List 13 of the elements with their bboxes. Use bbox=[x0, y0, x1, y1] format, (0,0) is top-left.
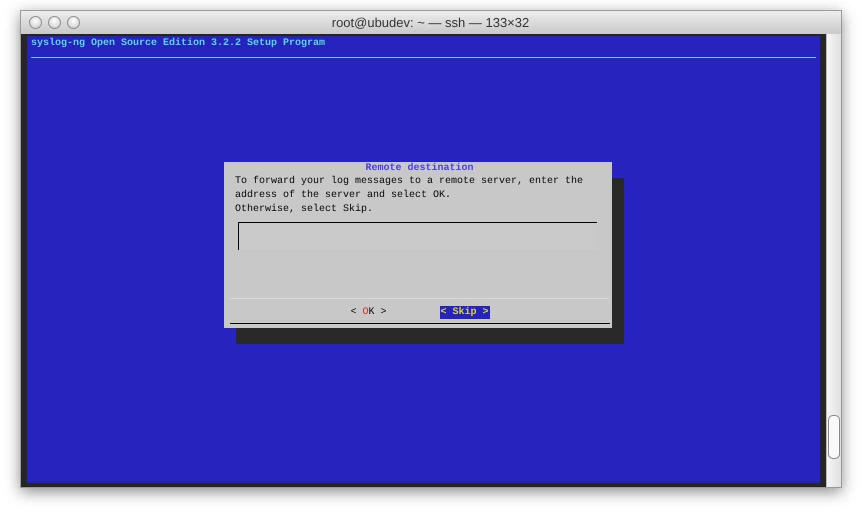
message-line: Otherwise, select Skip. bbox=[235, 203, 374, 217]
dialog-button[interactable]: < Skip > bbox=[440, 306, 490, 319]
zoom-button[interactable] bbox=[67, 16, 80, 29]
scrollbar[interactable] bbox=[826, 34, 841, 487]
message-line: To forward your log messages to a remote server, enter the bbox=[235, 175, 584, 189]
dialog-title: Remote destination bbox=[365, 163, 474, 175]
message-line: address of the server and select OK. bbox=[235, 189, 452, 203]
setup-title: syslog-ng Open Source Edition 3.2.2 Setup Program bbox=[30, 36, 326, 50]
scroll-thumb[interactable] bbox=[828, 415, 840, 459]
dialog-button[interactable]: < OK > bbox=[349, 306, 388, 319]
window-title: root@ubudev: ~ — ssh — 133×32 bbox=[330, 15, 530, 30]
close-button[interactable] bbox=[29, 16, 42, 29]
minimize-button[interactable] bbox=[48, 16, 61, 29]
